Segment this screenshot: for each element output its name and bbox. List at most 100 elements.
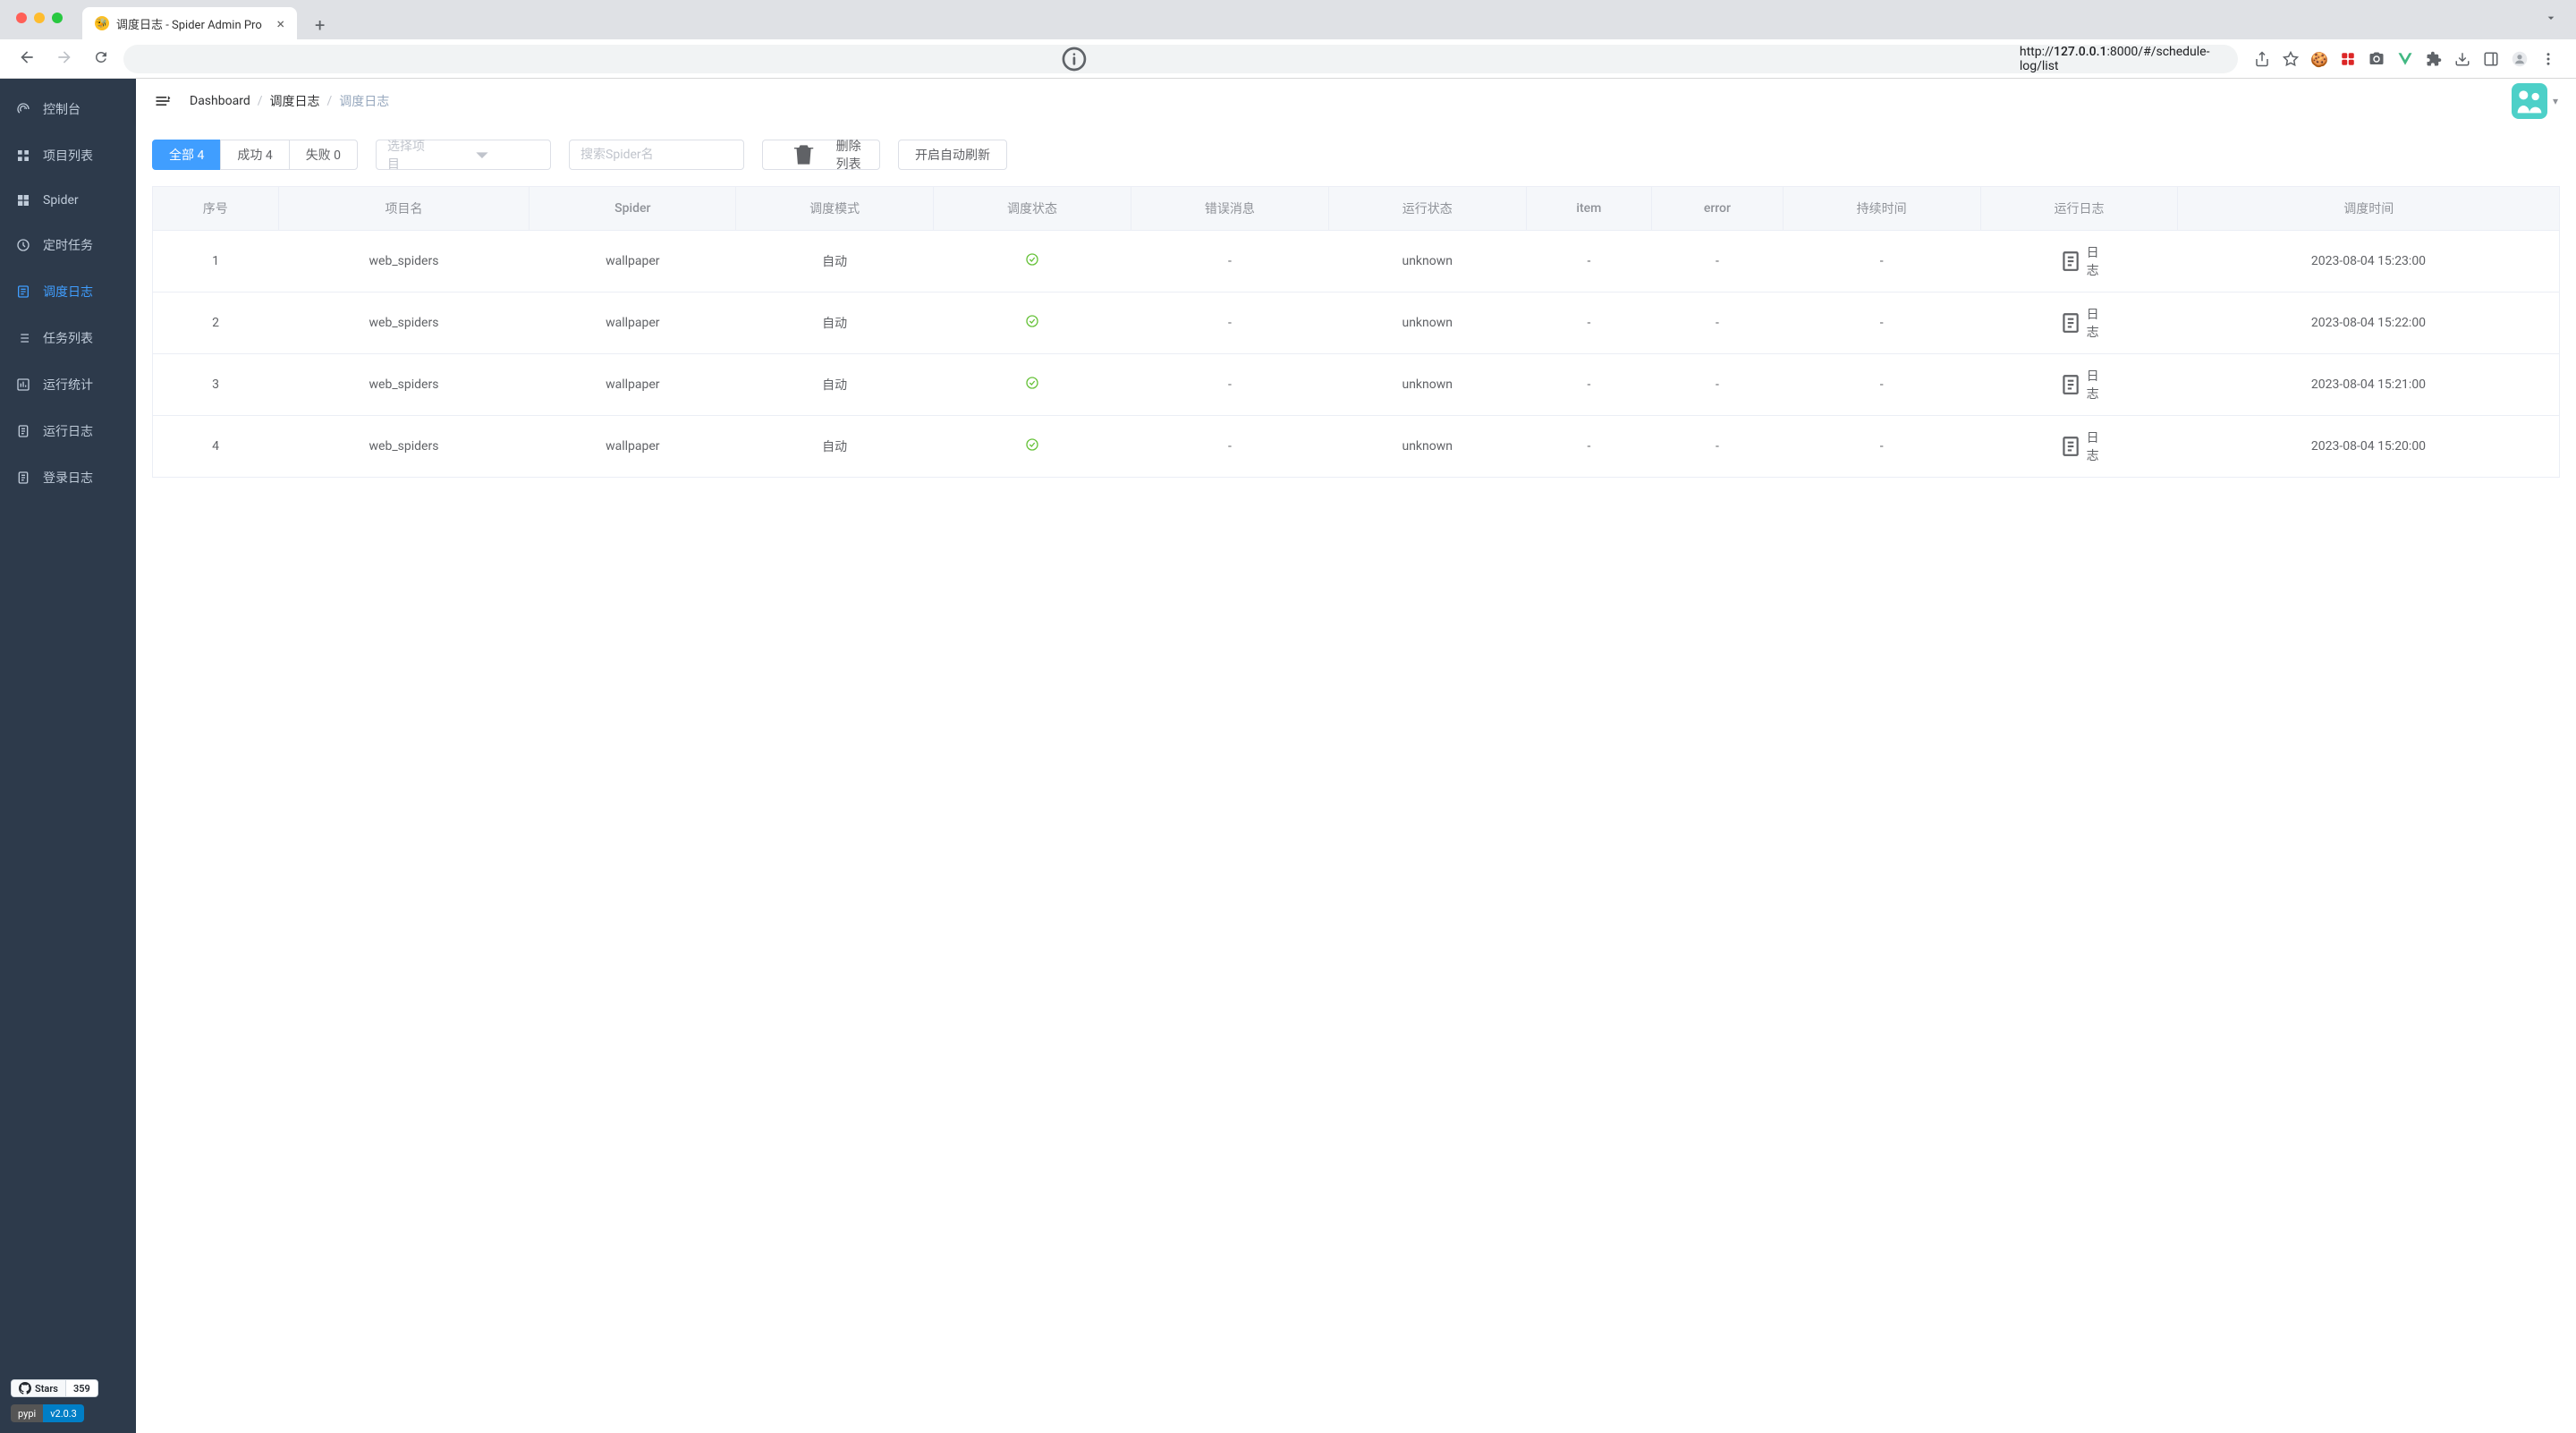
table-header: 调度状态 bbox=[934, 187, 1131, 231]
log-link[interactable]: 日志 bbox=[2059, 305, 2100, 341]
table-cell: 2 bbox=[153, 293, 279, 354]
tab-favicon-icon: 🐝 bbox=[95, 16, 109, 30]
table-cell: - bbox=[1526, 354, 1651, 416]
table-cell: 自动 bbox=[736, 416, 934, 478]
sidebar-item-dashboard[interactable]: 控制台 bbox=[0, 86, 136, 132]
table-cell bbox=[934, 416, 1131, 478]
sidebar-item-spider[interactable]: Spider bbox=[0, 179, 136, 222]
table-cell: web_spiders bbox=[278, 293, 530, 354]
delete-list-button[interactable]: 删除列表 bbox=[762, 140, 880, 170]
extension-camera-icon[interactable] bbox=[2368, 51, 2385, 67]
sidebar-toggle-button[interactable] bbox=[154, 92, 172, 110]
log-icon bbox=[16, 284, 30, 299]
window-minimize-button[interactable] bbox=[34, 13, 45, 23]
extension-grid-icon[interactable] bbox=[2340, 51, 2356, 67]
table-header: 运行状态 bbox=[1328, 187, 1526, 231]
sidebar-item-loginlog[interactable]: 登录日志 bbox=[0, 454, 136, 501]
tab-title: 调度日志 - Spider Admin Pro bbox=[116, 15, 262, 32]
share-icon[interactable] bbox=[2254, 51, 2270, 67]
avatar-icon bbox=[2512, 83, 2547, 119]
window-maximize-button[interactable] bbox=[52, 13, 63, 23]
sidepanel-icon[interactable] bbox=[2483, 51, 2499, 67]
traffic-lights bbox=[16, 13, 63, 23]
document-icon bbox=[16, 471, 30, 485]
download-icon[interactable] bbox=[2454, 51, 2470, 67]
pypi-version-badge[interactable]: pypi v2.0.3 bbox=[11, 1404, 84, 1422]
sidebar-item-schedule-log[interactable]: 调度日志 bbox=[0, 268, 136, 315]
table-cell: wallpaper bbox=[530, 354, 736, 416]
table-cell: 自动 bbox=[736, 231, 934, 293]
filter-all-button[interactable]: 全部 4 bbox=[152, 140, 221, 170]
table-cell: - bbox=[1526, 293, 1651, 354]
table-cell: 日志 bbox=[1980, 293, 2178, 354]
table-cell: - bbox=[1783, 293, 1980, 354]
star-icon[interactable] bbox=[2283, 51, 2299, 67]
browser-tab[interactable]: 🐝 调度日志 - Spider Admin Pro × bbox=[82, 7, 297, 39]
table-cell: - bbox=[1783, 354, 1980, 416]
tab-close-button[interactable]: × bbox=[276, 15, 284, 32]
breadcrumb-item[interactable]: 调度日志 bbox=[270, 92, 320, 110]
menu-icon[interactable] bbox=[2540, 51, 2556, 67]
sidebar-label: 项目列表 bbox=[43, 147, 93, 165]
github-stars-badge[interactable]: Stars 359 bbox=[11, 1379, 98, 1397]
tabs-dropdown-icon[interactable] bbox=[2544, 11, 2558, 29]
table-row: 3web_spiderswallpaper自动-unknown--- 日志202… bbox=[153, 354, 2560, 416]
toolbar: 全部 4 成功 4 失败 0 选择项目 删除列表 开启自动刷新 bbox=[152, 140, 2560, 170]
info-icon bbox=[136, 45, 2012, 73]
sidebar-item-projects[interactable]: 项目列表 bbox=[0, 132, 136, 179]
table-cell: 日志 bbox=[1980, 354, 2178, 416]
sidebar-label: 调度日志 bbox=[43, 283, 93, 301]
modules-icon bbox=[16, 193, 30, 208]
caret-down-icon: ▾ bbox=[2553, 95, 2558, 107]
sidebar-item-stats[interactable]: 运行统计 bbox=[0, 361, 136, 408]
table-cell: - bbox=[1652, 293, 1784, 354]
extension-vue-icon[interactable] bbox=[2397, 51, 2413, 67]
browser-actions: 🍪 bbox=[2247, 51, 2563, 67]
extensions-icon[interactable] bbox=[2426, 51, 2442, 67]
table-cell: wallpaper bbox=[530, 416, 736, 478]
address-bar[interactable]: http://127.0.0.1:8000/#/schedule-log/lis… bbox=[123, 45, 2238, 73]
nav-reload-button[interactable] bbox=[88, 44, 114, 75]
table-cell: 2023-08-04 15:22:00 bbox=[2178, 293, 2560, 354]
log-link[interactable]: 日志 bbox=[2059, 428, 2100, 464]
auto-refresh-button[interactable]: 开启自动刷新 bbox=[898, 140, 1007, 170]
table-cell: - bbox=[1652, 354, 1784, 416]
table-header: 持续时间 bbox=[1783, 187, 1980, 231]
table-cell bbox=[934, 231, 1131, 293]
log-link[interactable]: 日志 bbox=[2059, 367, 2100, 403]
project-select[interactable]: 选择项目 bbox=[376, 140, 551, 170]
extension-cookie-icon[interactable]: 🍪 bbox=[2311, 51, 2327, 67]
new-tab-button[interactable]: + bbox=[308, 11, 332, 39]
window-close-button[interactable] bbox=[16, 13, 27, 23]
breadcrumb-sep: / bbox=[258, 94, 263, 108]
spider-search-input[interactable] bbox=[569, 140, 744, 170]
clock-icon bbox=[16, 238, 30, 252]
table-cell bbox=[934, 293, 1131, 354]
chevron-down-icon bbox=[425, 140, 539, 169]
filter-success-button[interactable]: 成功 4 bbox=[220, 140, 289, 170]
table-cell: unknown bbox=[1328, 231, 1526, 293]
breadcrumb-item[interactable]: Dashboard bbox=[190, 94, 250, 108]
nav-forward-button[interactable] bbox=[50, 43, 79, 76]
table-header: 序号 bbox=[153, 187, 279, 231]
log-link[interactable]: 日志 bbox=[2059, 243, 2100, 279]
log-table: 序号项目名Spider调度模式调度状态错误消息运行状态itemerror持续时间… bbox=[152, 186, 2560, 478]
sidebar-item-schedule[interactable]: 定时任务 bbox=[0, 222, 136, 268]
app-root: 控制台 项目列表 Spider 定时任务 调度日志 任务列表 bbox=[0, 79, 2576, 1433]
profile-icon[interactable] bbox=[2512, 51, 2528, 67]
sidebar-footer: Stars 359 pypi v2.0.3 bbox=[0, 1369, 136, 1433]
user-menu[interactable]: ▾ bbox=[2512, 83, 2558, 119]
sidebar-item-runlog[interactable]: 运行日志 bbox=[0, 408, 136, 454]
table-cell: web_spiders bbox=[278, 231, 530, 293]
table-cell: web_spiders bbox=[278, 416, 530, 478]
table-header: item bbox=[1526, 187, 1651, 231]
browser-chrome: 🐝 调度日志 - Spider Admin Pro × + http://127… bbox=[0, 0, 2576, 79]
table-cell: - bbox=[1131, 354, 1328, 416]
table-cell: - bbox=[1131, 416, 1328, 478]
sidebar-item-jobs[interactable]: 任务列表 bbox=[0, 315, 136, 361]
nav-back-button[interactable] bbox=[13, 43, 41, 76]
table-cell: - bbox=[1783, 416, 1980, 478]
table-cell: wallpaper bbox=[530, 231, 736, 293]
breadcrumb-item-current: 调度日志 bbox=[339, 92, 389, 110]
filter-fail-button[interactable]: 失败 0 bbox=[289, 140, 358, 170]
